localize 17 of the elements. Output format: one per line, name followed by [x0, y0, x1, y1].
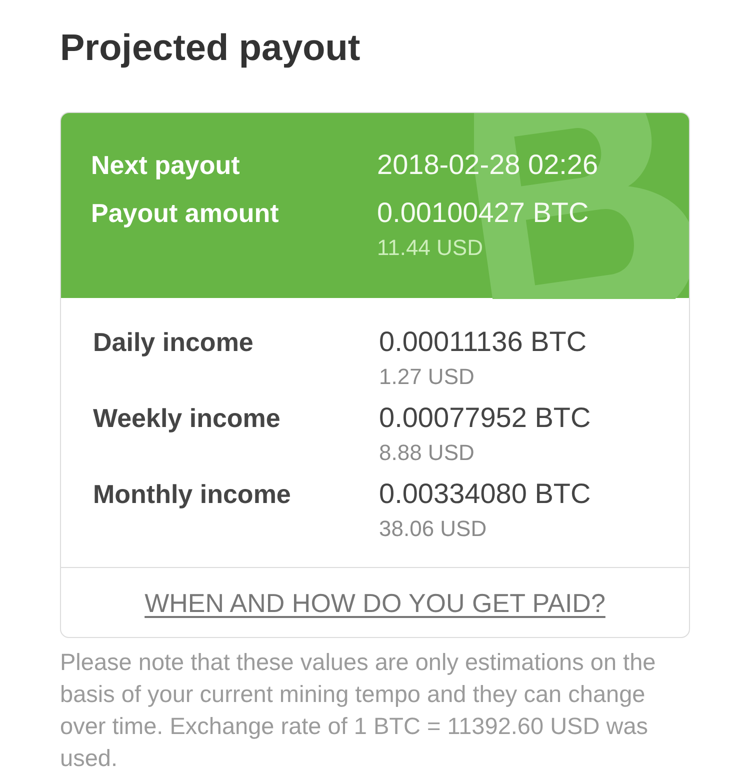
row-value: 0.00100427 BTC: [377, 196, 589, 230]
row-label: Daily income: [93, 326, 254, 359]
row-label: Monthly income: [93, 478, 292, 511]
usd-value: 8.88 USD: [379, 439, 474, 467]
row-value: 2018-02-28 02:26: [377, 148, 598, 182]
usd-value: 1.27 USD: [379, 363, 474, 391]
row-label: Payout amount: [91, 197, 280, 230]
row-label: Weekly income: [93, 402, 282, 435]
row-value: 0.00011136 BTC: [379, 325, 587, 359]
page-title: Projected payout: [60, 26, 362, 70]
row-label: Next payout: [91, 149, 241, 182]
usd-value: 11.44 USD: [377, 234, 483, 262]
row-value: 0.00077952 BTC: [379, 401, 591, 435]
row-value: 0.00334080 BTC: [379, 477, 591, 511]
disclaimer-text: Please note that these values are only estimations on the basis of your current mining tempo and they can change over time. Exchange rate of 1 BTC = 11392.60 USD was used.: [60, 648, 657, 773]
usd-value: 38.06 USD: [379, 515, 487, 543]
help-link[interactable]: WHEN AND HOW DO YOU GET PAID?: [144, 586, 606, 620]
